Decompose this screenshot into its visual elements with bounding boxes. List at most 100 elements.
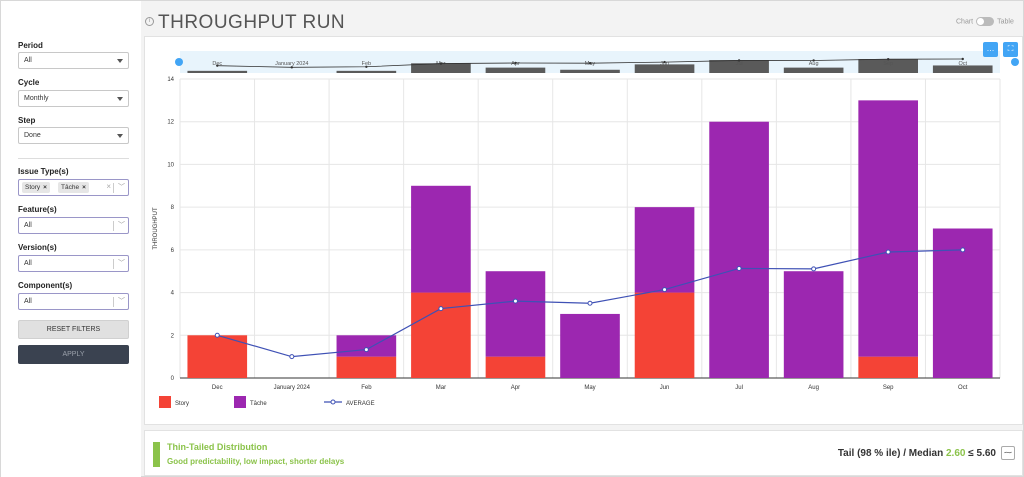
navigator-point [961,57,964,61]
y-tick-label: 12 [167,120,174,126]
bar-tache [485,271,546,357]
version-select[interactable]: All ﹀ [18,255,129,272]
average-point [363,347,369,353]
chevron-down-icon[interactable]: ﹀ [118,182,125,192]
period-value: All [24,57,32,64]
select-divider [113,183,114,193]
step-label: Step [18,116,36,125]
reset-filters-button[interactable]: RESET FILTERS [18,320,129,339]
caret-down-icon [117,134,123,138]
issue-types-select[interactable]: Story × Tâche × × ﹀ [18,179,129,196]
bar-tache [783,271,844,378]
chart-panel: Dec January 2024 Feb Mar Apr May Jun Jul Aug Sep O… [144,36,1023,425]
cycle-select[interactable]: Monthly [18,90,129,107]
clear-icon[interactable]: × [106,182,111,191]
median-value: 2.60 [946,448,966,459]
apply-button[interactable]: APPLY [18,345,129,364]
distribution-subtitle: Good predictability, low impact, shorter… [167,457,345,466]
average-point [960,247,966,253]
x-tick-label: Dec [212,385,223,391]
ratio-separator: ≤ [968,448,974,459]
average-point [214,332,220,338]
remove-tag-icon[interactable]: × [82,184,86,191]
component-label: Component(s) [18,281,73,290]
select-divider [113,297,114,307]
navigator-point [439,62,443,65]
tag-story: Story × [22,182,50,193]
x-tick-label: Feb [361,385,372,391]
table-view-label: Table [997,18,1014,26]
navigator-handle-left [175,58,183,66]
chevron-down-icon[interactable]: ﹀ [118,296,125,306]
navigator-label: Sep [883,61,893,67]
tail-median-ratio: Tail (98 % ile) / Median 2.60 ≤ 5.60 [838,448,996,459]
navigator-handle-right [1011,58,1019,66]
view-switch[interactable] [976,17,995,26]
view-toggle[interactable]: Chart Table [956,17,1014,26]
filter-sidebar: Period All Cycle Monthly Step Done Issue… [1,1,141,477]
chevron-down-icon[interactable]: ﹀ [118,220,125,230]
bar-story [634,292,695,378]
step-value: Done [24,132,41,139]
bar-tache [411,185,471,293]
period-select[interactable]: All [18,52,129,69]
bar-story [858,356,918,378]
issue-types-label: Issue Type(s) [18,167,69,176]
version-label: Version(s) [18,243,57,252]
y-tick-label: 0 [171,376,175,382]
x-tick-label: Aug [808,385,819,391]
chevron-down-icon[interactable]: ﹀ [118,258,125,268]
x-tick-label: Oct [958,385,968,391]
navigator-point [886,57,890,61]
component-value: All [24,298,32,305]
navigator-bar [187,70,248,73]
component-select[interactable]: All ﹀ [18,293,129,310]
distribution-title: Thin-Tailed Distribution [167,442,268,452]
average-point [512,298,518,304]
navigator-point [812,59,815,62]
x-tick-label: Sep [883,385,894,391]
navigator-bar [336,70,397,73]
navigator-label: Oct [958,61,967,67]
average-point [885,249,891,255]
select-divider [113,221,114,231]
legend-swatch [234,396,246,408]
fullscreen-icon[interactable]: ⛶ [1003,42,1018,57]
caret-down-icon [117,59,123,63]
y-axis-label: THROUGHPUT [153,207,159,250]
app-frame: Period All Cycle Monthly Step Done Issue… [0,0,1024,477]
x-tick-label: Mar [436,385,446,391]
navigator-point [290,66,294,69]
sidebar-divider [18,158,129,159]
y-tick-label: 10 [167,162,174,168]
dots-icon[interactable]: … [983,42,998,57]
feature-select[interactable]: All ﹀ [18,217,129,234]
average-point [662,287,668,293]
cycle-value: Monthly [24,95,49,102]
bar-story [485,356,546,378]
line-chart-icon[interactable]: ⁓ [1001,446,1015,460]
y-tick-label: 8 [171,205,175,211]
step-select[interactable]: Done [18,127,129,144]
feature-value: All [24,222,32,229]
bar-story [336,356,397,378]
x-tick-label: January 2024 [274,385,311,391]
navigator-label: January 2024 [275,61,308,67]
info-icon[interactable]: i [145,17,154,26]
bar-tache [560,313,620,378]
remove-tag-icon[interactable]: × [43,184,47,191]
bar-tache [634,207,695,293]
legend-label: Story [175,401,189,407]
average-point [587,300,593,306]
status-bar [153,442,160,467]
period-label: Period [18,41,43,50]
x-tick-label: Jun [660,385,670,391]
average-point [736,265,742,271]
navigator-label: Aug [809,61,819,67]
average-point [289,354,295,360]
y-tick-label: 6 [171,248,175,254]
distribution-summary: Thin-Tailed Distribution Good predictabi… [144,430,1023,476]
select-divider [113,259,114,269]
navigator-point [588,61,592,65]
x-tick-label: May [584,385,595,391]
